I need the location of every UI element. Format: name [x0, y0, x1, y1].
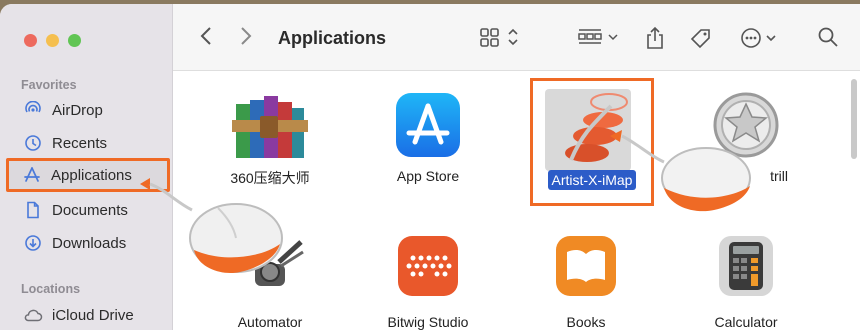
window-controls [24, 34, 81, 47]
bitwig-icon [393, 236, 463, 306]
zoom-button[interactable] [68, 34, 81, 47]
app-label: Automator [237, 314, 303, 330]
app-item-calculator[interactable]: Calculator [676, 236, 816, 330]
sidebar-item-label: Applications [51, 166, 132, 184]
close-button[interactable] [24, 34, 37, 47]
minimize-button[interactable] [46, 34, 59, 47]
app-item-bitwig-studio[interactable]: Bitwig Studio [358, 236, 498, 330]
ellipsis-circle-icon [741, 28, 776, 48]
scrollbar[interactable] [851, 79, 857, 159]
more-actions-button[interactable] [739, 26, 783, 50]
locations-header: Locations [21, 282, 81, 296]
favorites-header: Favorites [21, 78, 77, 92]
sidebar-item-label: Downloads [52, 234, 127, 252]
cloud-icon [22, 308, 44, 322]
grid-view-icon [480, 28, 518, 47]
finder-window: Favorites AirDrop Recents Applications D… [0, 4, 860, 330]
window-title: Applications [278, 28, 387, 48]
download-icon [22, 234, 44, 252]
sidebar-item-label: Documents [52, 201, 128, 219]
mouse-cursor-annotation-right [610, 130, 751, 212]
chevron-left-icon [200, 27, 211, 45]
app-label: Books [566, 314, 606, 330]
group-button[interactable] [577, 26, 621, 48]
document-icon [22, 201, 44, 219]
app-label: App Store [396, 168, 460, 184]
share-icon [647, 26, 663, 49]
calculator-icon [711, 236, 781, 306]
back-button[interactable] [199, 26, 213, 46]
app-label: Bitwig Studio [387, 314, 469, 330]
view-mode-button[interactable] [479, 26, 523, 48]
search-icon [818, 27, 838, 47]
search-button[interactable] [817, 26, 839, 48]
sidebar-item-airdrop[interactable]: AirDrop [10, 95, 160, 125]
sidebar-item-label: Recents [52, 134, 108, 152]
sidebar-item-recents[interactable]: Recents [10, 128, 160, 158]
toolbar: Applications [173, 4, 860, 71]
share-button[interactable] [645, 26, 665, 50]
winrar-books-icon [232, 90, 308, 160]
sidebar-item-label: iCloud Drive [52, 306, 134, 324]
tag-button[interactable] [689, 26, 713, 50]
app-label: Calculator [714, 314, 778, 330]
group-icon [578, 29, 618, 44]
app-item-app-store[interactable]: App Store [358, 90, 498, 184]
mouse-cursor-annotation-left [140, 178, 283, 274]
sidebar-item-icloud-drive[interactable]: iCloud Drive [10, 300, 160, 330]
app-item-books[interactable]: Books [516, 236, 656, 330]
applications-icon [21, 166, 43, 184]
forward-button[interactable] [239, 26, 253, 46]
clock-icon [22, 134, 44, 152]
app-store-icon [393, 90, 463, 160]
tag-icon [690, 29, 710, 49]
chevron-right-icon [241, 27, 252, 45]
sidebar-item-label: AirDrop [52, 101, 103, 119]
books-icon [551, 236, 621, 306]
airdrop-icon [22, 101, 44, 119]
